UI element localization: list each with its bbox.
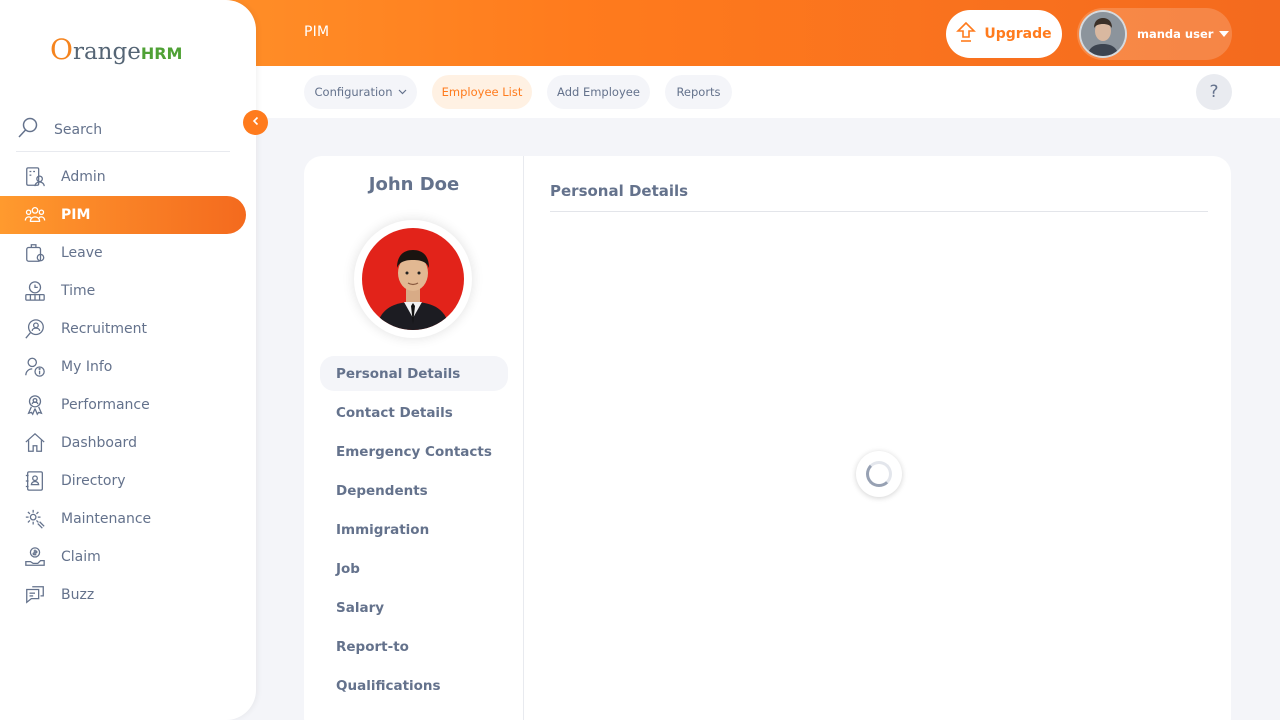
tab-job[interactable]: Job	[320, 551, 508, 586]
claim-icon	[24, 546, 46, 568]
sidebar-item-claim[interactable]: Claim	[0, 538, 246, 576]
subnav-employee-list[interactable]: Employee List	[432, 75, 532, 109]
spinner-icon	[866, 461, 892, 487]
sidebar-item-label: Admin	[61, 169, 106, 185]
employee-tabs-panel: John Doe Personal Details Contact Detail…	[304, 156, 524, 720]
sidebar-item-label: Dashboard	[61, 435, 137, 451]
maintenance-icon	[24, 508, 46, 530]
buzz-icon	[24, 584, 46, 606]
my-info-icon	[24, 356, 46, 378]
loading-spinner	[856, 451, 902, 497]
sidebar-item-label: Leave	[61, 245, 103, 261]
sidebar-item-time[interactable]: Time	[0, 272, 246, 310]
sidebar-item-label: Maintenance	[61, 511, 152, 527]
logo-o: O	[50, 33, 73, 66]
search-icon	[16, 116, 40, 144]
subnav-label: Reports	[676, 85, 721, 99]
sidebar-item-leave[interactable]: Leave	[0, 234, 246, 272]
employee-photo-image	[362, 228, 464, 330]
tab-label: Emergency Contacts	[336, 443, 492, 460]
tab-label: Report-to	[336, 638, 409, 655]
help-button[interactable]: ?	[1196, 74, 1232, 110]
sidebar-item-admin[interactable]: Admin	[0, 158, 246, 196]
tab-label: Job	[336, 560, 360, 577]
sidebar-item-buzz[interactable]: Buzz	[0, 576, 246, 614]
recruitment-icon	[24, 318, 46, 340]
sidebar-collapse-button[interactable]	[243, 110, 268, 135]
user-name: manda user	[1137, 27, 1214, 41]
sidebar-item-label: Directory	[61, 473, 126, 489]
tab-immigration[interactable]: Immigration	[320, 512, 508, 547]
sidebar-item-label: Performance	[61, 397, 150, 413]
sidebar-item-label: My Info	[61, 359, 113, 375]
employee-details-card: John Doe Personal Details Contact Detail…	[304, 156, 1231, 720]
question-mark-icon: ?	[1209, 82, 1219, 102]
subnav-label: Employee List	[441, 85, 523, 99]
subnav-add-employee[interactable]: Add Employee	[547, 75, 650, 109]
leave-icon	[24, 242, 46, 264]
sub-navigation: Configuration Employee List Add Employee…	[256, 66, 1280, 118]
pim-icon	[24, 204, 46, 226]
sidebar-item-label: Time	[61, 283, 96, 299]
tab-personal-details[interactable]: Personal Details	[320, 356, 508, 391]
tab-label: Qualifications	[336, 677, 441, 694]
tab-emergency-contacts[interactable]: Emergency Contacts	[320, 434, 508, 469]
subnav-configuration[interactable]: Configuration	[304, 75, 417, 109]
sidebar-item-label: Claim	[61, 549, 101, 565]
sidebar-item-maintenance[interactable]: Maintenance	[0, 500, 246, 538]
subnav-label: Configuration	[314, 85, 393, 99]
logo-range: range	[72, 39, 141, 65]
sidebar-item-recruitment[interactable]: Recruitment	[0, 310, 246, 348]
admin-icon	[24, 166, 46, 188]
sidebar-item-directory[interactable]: Directory	[0, 462, 246, 500]
tab-label: Contact Details	[336, 404, 453, 421]
sidebar-item-label: Recruitment	[61, 321, 148, 337]
directory-icon	[24, 470, 46, 492]
sidebar-item-my-info[interactable]: My Info	[0, 348, 246, 386]
sidebar-item-performance[interactable]: Performance	[0, 386, 246, 424]
sidebar-item-dashboard[interactable]: Dashboard	[0, 424, 246, 462]
section-divider	[550, 211, 1208, 212]
user-menu[interactable]: manda user	[1077, 8, 1232, 60]
sidebar-item-pim[interactable]: PIM	[0, 196, 246, 234]
tab-label: Salary	[336, 599, 385, 616]
performance-icon	[24, 394, 46, 416]
tab-label: Personal Details	[336, 365, 461, 382]
subnav-reports[interactable]: Reports	[665, 75, 732, 109]
user-avatar	[1079, 10, 1127, 58]
employee-photo[interactable]	[354, 220, 472, 338]
tab-qualifications[interactable]: Qualifications	[320, 668, 508, 703]
tab-label: Immigration	[336, 521, 430, 538]
caret-down-icon	[1219, 31, 1230, 37]
sidebar-search[interactable]: Search	[16, 108, 230, 152]
module-title: PIM	[304, 24, 330, 40]
section-title: Personal Details	[550, 182, 689, 200]
sidebar: OrangeHRM Search Admin PIM Leave Time Re…	[0, 0, 256, 720]
upgrade-label: Upgrade	[984, 26, 1052, 42]
upgrade-button[interactable]: Upgrade	[946, 10, 1062, 58]
chevron-left-icon	[251, 115, 261, 130]
chevron-down-icon	[398, 89, 407, 95]
employee-name: John Doe	[368, 174, 460, 195]
tab-contact-details[interactable]: Contact Details	[320, 395, 508, 430]
upgrade-arrow-icon	[956, 21, 977, 47]
dashboard-icon	[24, 432, 46, 454]
tab-report-to[interactable]: Report-to	[320, 629, 508, 664]
search-label: Search	[54, 121, 103, 138]
tab-salary[interactable]: Salary	[320, 590, 508, 625]
logo-hrm: HRM	[140, 44, 183, 63]
sidebar-item-label: Buzz	[61, 587, 95, 603]
tab-label: Dependents	[336, 482, 428, 499]
subnav-label: Add Employee	[557, 85, 640, 99]
orangehrm-logo[interactable]: OrangeHRM	[50, 33, 182, 66]
tab-dependents[interactable]: Dependents	[320, 473, 508, 508]
sidebar-item-label: PIM	[61, 207, 91, 223]
time-icon	[24, 280, 46, 302]
